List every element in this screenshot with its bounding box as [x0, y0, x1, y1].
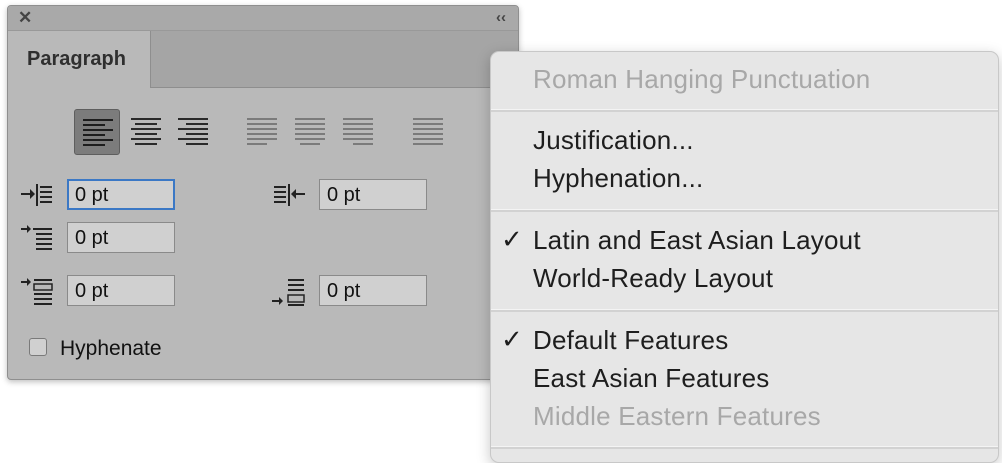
- space-after-field[interactable]: 0 pt: [319, 275, 427, 306]
- menu-item-roman-hanging-punctuation[interactable]: Roman Hanging Punctuation: [533, 64, 870, 95]
- justify-last-center-icon: [295, 118, 325, 145]
- menu-item-justification[interactable]: Justification...: [533, 125, 694, 156]
- panel-titlebar: ✕ ‹‹: [8, 6, 518, 31]
- align-center-icon: [131, 118, 161, 145]
- align-right-icon: [178, 118, 208, 145]
- right-indent-icon: [274, 184, 305, 206]
- align-left-button[interactable]: [74, 109, 120, 155]
- right-indent-field[interactable]: 0 pt: [319, 179, 427, 210]
- menu-item-middle-eastern-features[interactable]: Middle Eastern Features: [533, 401, 821, 432]
- collapse-panel-icon[interactable]: ‹‹: [496, 9, 506, 27]
- hyphenate-label: Hyphenate: [60, 337, 162, 360]
- justify-last-right-button[interactable]: [335, 109, 381, 155]
- hyphenate-checkbox[interactable]: [29, 338, 47, 356]
- left-indent-icon: [21, 184, 52, 206]
- space-after-icon: [272, 279, 305, 306]
- tab-paragraph[interactable]: Paragraph: [8, 31, 151, 88]
- first-line-indent-icon: [21, 225, 52, 250]
- justify-all-button[interactable]: [405, 109, 451, 155]
- checkmark-icon: ✓: [501, 225, 523, 255]
- left-indent-field[interactable]: 0 pt: [67, 179, 175, 210]
- justify-last-center-button[interactable]: [287, 109, 333, 155]
- first-line-indent-field[interactable]: 0 pt: [67, 222, 175, 253]
- checkmark-icon: ✓: [501, 325, 523, 355]
- align-right-button[interactable]: [170, 109, 216, 155]
- tab-strip: Paragraph: [8, 31, 518, 88]
- close-icon[interactable]: ✕: [18, 9, 32, 27]
- menu-item-world-ready-layout[interactable]: World-Ready Layout: [533, 263, 773, 294]
- menu-item-default-features[interactable]: Default Features: [533, 325, 728, 356]
- menu-item-east-asian-features[interactable]: East Asian Features: [533, 363, 769, 394]
- justify-last-right-icon: [343, 118, 373, 145]
- paragraph-panel: ✕ ‹‹ Paragraph 0 pt 0 pt 0 pt 0 pt 0 pt …: [7, 5, 519, 380]
- justify-all-icon: [413, 118, 443, 145]
- menu-separator: [491, 446, 998, 449]
- menu-item-hyphenation[interactable]: Hyphenation...: [533, 163, 703, 194]
- menu-separator: [491, 209, 998, 212]
- justify-last-left-icon: [247, 118, 277, 145]
- menu-separator: [491, 109, 998, 112]
- justify-last-left-button[interactable]: [239, 109, 285, 155]
- space-before-icon: [21, 278, 53, 305]
- panel-flyout-menu: Roman Hanging Punctuation Justification.…: [490, 51, 999, 463]
- menu-item-latin-east-asian-layout[interactable]: Latin and East Asian Layout: [533, 225, 861, 256]
- menu-separator: [491, 309, 998, 312]
- space-before-field[interactable]: 0 pt: [67, 275, 175, 306]
- align-center-button[interactable]: [123, 109, 169, 155]
- align-left-icon: [83, 119, 113, 146]
